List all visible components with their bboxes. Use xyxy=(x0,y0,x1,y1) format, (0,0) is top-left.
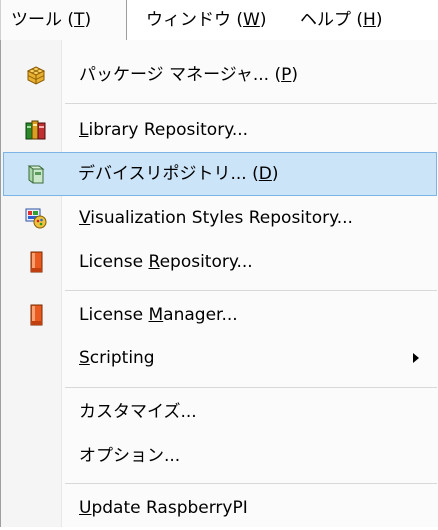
menu-item-label: デバイスリポジトリ... (D) xyxy=(78,164,279,184)
menu-item-label: カスタマイズ... xyxy=(79,402,197,422)
submenu-arrow-icon xyxy=(413,353,419,363)
license-icon xyxy=(24,303,48,327)
menu-item-customize[interactable]: カスタマイズ... xyxy=(3,390,437,434)
menu-item-license-repository[interactable]: License Repository... xyxy=(3,240,437,284)
menu-item-label: オプション... xyxy=(79,446,181,466)
menu-help[interactable]: ヘルプ (H) xyxy=(300,0,382,40)
menu-tools-label: ツール (T) xyxy=(11,10,92,30)
menu-window[interactable]: ウィンドウ (W) xyxy=(146,0,267,40)
palette-icon xyxy=(24,206,48,230)
menu-item-label: パッケージ マネージャ... (P) xyxy=(79,65,299,85)
menu-separator xyxy=(65,387,437,388)
menu-item-scripting[interactable]: Scripting xyxy=(3,336,437,380)
menu-separator xyxy=(65,290,437,291)
tools-dropdown-menu: パッケージ マネージャ... (P) Library Repository... xyxy=(0,40,438,527)
menu-item-device-repository[interactable]: デバイスリポジトリ... (D) xyxy=(3,152,437,196)
menu-item-label: License Manager... xyxy=(79,305,238,325)
menu-item-label: Library Repository... xyxy=(79,120,249,140)
menu-item-label: Update RaspberryPI xyxy=(79,498,248,518)
menu-help-label: ヘルプ (H) xyxy=(300,10,383,30)
menu-bar: ツール (T) ウィンドウ (W) ヘルプ (H) xyxy=(0,0,438,40)
device-icon xyxy=(23,162,47,186)
license-icon xyxy=(24,250,48,274)
menu-item-library-repository[interactable]: Library Repository... xyxy=(3,108,437,152)
menu-item-label: Visualization Styles Repository... xyxy=(79,208,353,228)
menu-window-label: ウィンドウ (W) xyxy=(146,10,267,30)
package-cube-icon xyxy=(24,63,48,87)
menu-separator xyxy=(65,103,437,104)
menu-tools[interactable]: ツール (T) xyxy=(0,0,127,40)
menu-item-label: License Repository... xyxy=(79,252,253,272)
menu-separator xyxy=(65,483,437,484)
menu-item-options[interactable]: オプション... xyxy=(3,434,437,478)
menu-item-update-raspberrypi[interactable]: Update RaspberryPI xyxy=(3,486,437,530)
books-icon xyxy=(24,118,48,142)
menu-item-license-manager[interactable]: License Manager... xyxy=(3,293,437,337)
menu-item-visualization-styles-repository[interactable]: Visualization Styles Repository... xyxy=(3,196,437,240)
menu-item-package-manager[interactable]: パッケージ マネージャ... (P) xyxy=(3,53,437,97)
menu-item-label: Scripting xyxy=(79,348,155,368)
